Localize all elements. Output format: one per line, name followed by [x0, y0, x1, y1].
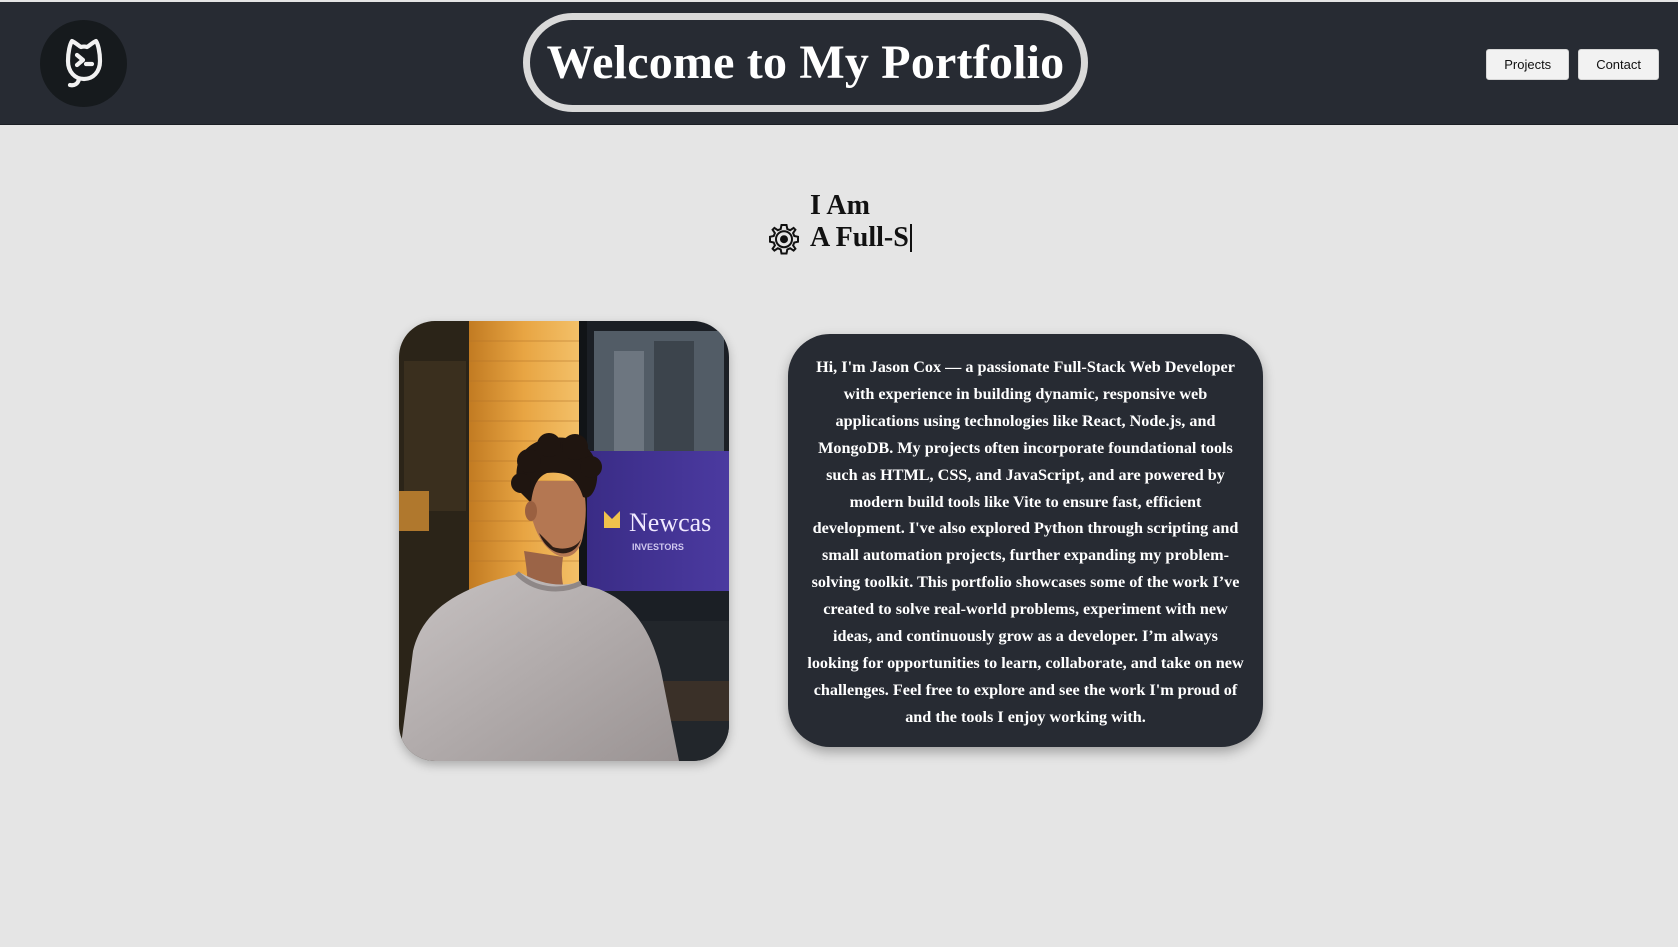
main-nav: Projects Contact	[1486, 49, 1659, 80]
title-pill: Welcome to My Portfolio	[523, 13, 1088, 112]
contact-button[interactable]: Contact	[1578, 49, 1659, 80]
page-title: Welcome to My Portfolio	[546, 36, 1065, 89]
projects-button[interactable]: Projects	[1486, 49, 1570, 80]
profile-photo: Newcas INVESTORS	[399, 321, 729, 761]
banner-subtext: INVESTORS	[632, 542, 684, 552]
logo[interactable]	[40, 20, 127, 107]
site-header: Welcome to My Portfolio Projects Contact	[0, 2, 1678, 125]
typing-text: A Full-S	[810, 222, 909, 253]
bio-card: Hi, I'm Jason Cox — a passionate Full-St…	[788, 334, 1263, 747]
hero-line-1: I Am	[810, 190, 870, 221]
hero-line-2: A Full-S	[810, 222, 912, 254]
bio-text: Hi, I'm Jason Cox — a passionate Full-St…	[807, 358, 1244, 726]
gear-icon	[769, 224, 799, 255]
github-cat-terminal-icon	[65, 38, 102, 87]
page: Welcome to My Portfolio Projects Contact…	[0, 0, 1678, 947]
banner-text: Newcas	[629, 508, 711, 537]
typing-caret	[909, 224, 912, 252]
profile-photo-illustration: Newcas INVESTORS	[399, 321, 729, 761]
